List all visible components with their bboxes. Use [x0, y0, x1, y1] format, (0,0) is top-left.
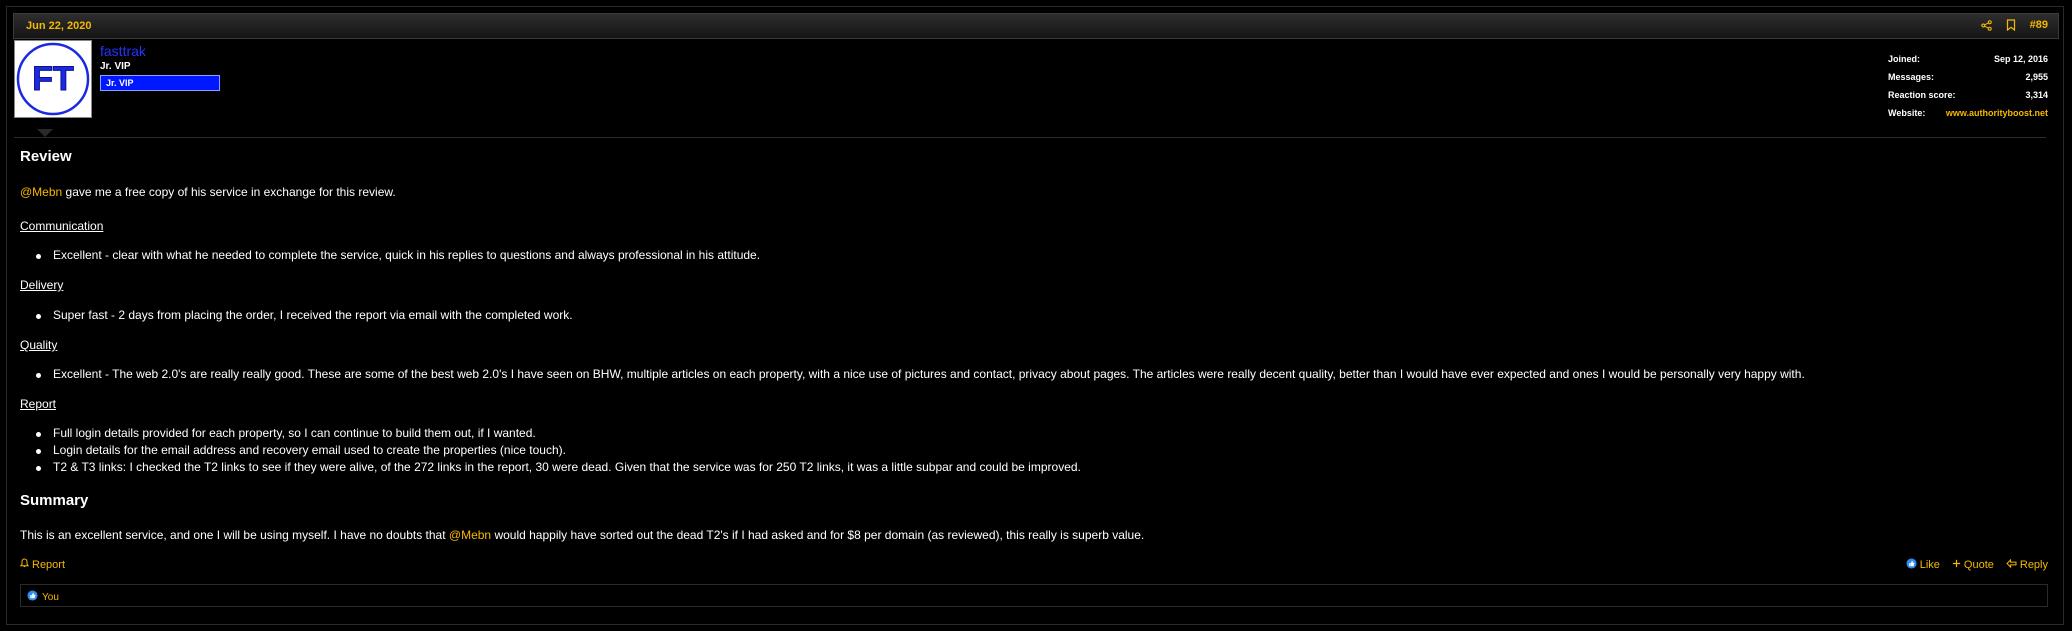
list-item: Excellent - clear with what he needed to… [20, 248, 760, 262]
list-item: Super fast - 2 days from placing the ord… [20, 308, 573, 322]
section-communication: Communication [20, 219, 104, 233]
quote-button[interactable]: Quote [1952, 558, 1994, 572]
summary-paragraph: This is an excellent service, and one I … [20, 528, 1144, 542]
heading-summary: Summary [20, 492, 89, 509]
report-label: Report [32, 558, 66, 571]
post-number[interactable]: #89 [2030, 19, 2048, 31]
stat-reaction-value: 3,314 [2025, 90, 2048, 100]
bookmark-icon[interactable] [2006, 19, 2016, 31]
like-button[interactable]: Like [1906, 558, 1940, 572]
stat-website-label: Website: [1888, 108, 1926, 118]
list-item: T2 & T3 links: I checked the T2 links to… [20, 460, 1081, 474]
post-header-actions: #89 [1980, 19, 2048, 31]
avatar-logo: FT [16, 42, 90, 116]
mention-link[interactable]: @Mebn [449, 528, 491, 542]
stat-joined-value: Sep 12, 2016 [1993, 54, 2048, 64]
post-date[interactable]: Jun 22, 2020 [26, 20, 91, 32]
quote-label: Quote [1963, 559, 1994, 571]
section-delivery: Delivery [20, 278, 64, 292]
stat-messages: Messages: 2,955 [1888, 68, 2048, 86]
mention-link[interactable]: @Mebn [20, 185, 62, 199]
reply-button[interactable]: Reply [2006, 558, 2048, 572]
stat-messages-value[interactable]: 2,955 [2025, 68, 2048, 86]
summary-text-post: would happily have sorted out the dead T… [491, 528, 1145, 542]
stat-joined-label: Joined: [1888, 54, 1921, 64]
like-label: Like [1919, 559, 1940, 571]
stat-messages-label: Messages: [1888, 72, 1935, 82]
reply-icon [2006, 558, 2017, 571]
like-icon [1906, 558, 1917, 572]
user-title: Jr. VIP [100, 61, 131, 72]
section-quality: Quality [20, 338, 58, 352]
user-stats: Joined: Sep 12, 2016 Messages: 2,955 Rea… [1888, 50, 2048, 122]
avatar[interactable]: FT [14, 40, 92, 118]
summary-text-pre: This is an excellent service, and one I … [20, 528, 449, 542]
username-link[interactable]: fasttrak [100, 43, 146, 59]
post-divider [14, 137, 2046, 138]
stat-website: Website: www.authorityboost.net [1888, 104, 2048, 122]
list-item: Excellent - The web 2.0's are really rea… [20, 367, 1805, 381]
stat-reaction-label: Reaction score: [1888, 90, 1956, 100]
like-reaction-icon [27, 590, 38, 604]
reactions-bar[interactable]: You [20, 584, 2048, 607]
user-arrow [37, 129, 53, 137]
list-item: Full login details provided for each pro… [20, 426, 536, 440]
user-banner: Jr. VIP [100, 75, 220, 91]
stat-reaction: Reaction score: 3,314 [1888, 86, 2048, 104]
intro-paragraph: @Mebn gave me a free copy of his service… [20, 185, 396, 199]
reactions-you: You [42, 591, 59, 603]
post-header: Jun 22, 2020 #89 [13, 13, 2059, 39]
reply-label: Reply [2019, 559, 2048, 571]
plus-icon [1952, 559, 1961, 571]
heading-review: Review [20, 148, 72, 165]
avatar-text: FT [32, 60, 74, 98]
stat-joined: Joined: Sep 12, 2016 [1888, 50, 2048, 68]
share-icon[interactable] [1980, 19, 1992, 31]
list-item: Login details for the email address and … [20, 443, 566, 457]
website-link[interactable]: www.authorityboost.net [1946, 104, 2048, 122]
bell-icon [19, 558, 30, 571]
report-button[interactable]: Report [19, 558, 66, 571]
post-actions: Like Quote Reply [1906, 558, 2048, 572]
section-report: Report [20, 397, 57, 411]
intro-text: gave me a free copy of his service in ex… [62, 185, 396, 199]
reactions-list[interactable]: You [27, 590, 59, 604]
